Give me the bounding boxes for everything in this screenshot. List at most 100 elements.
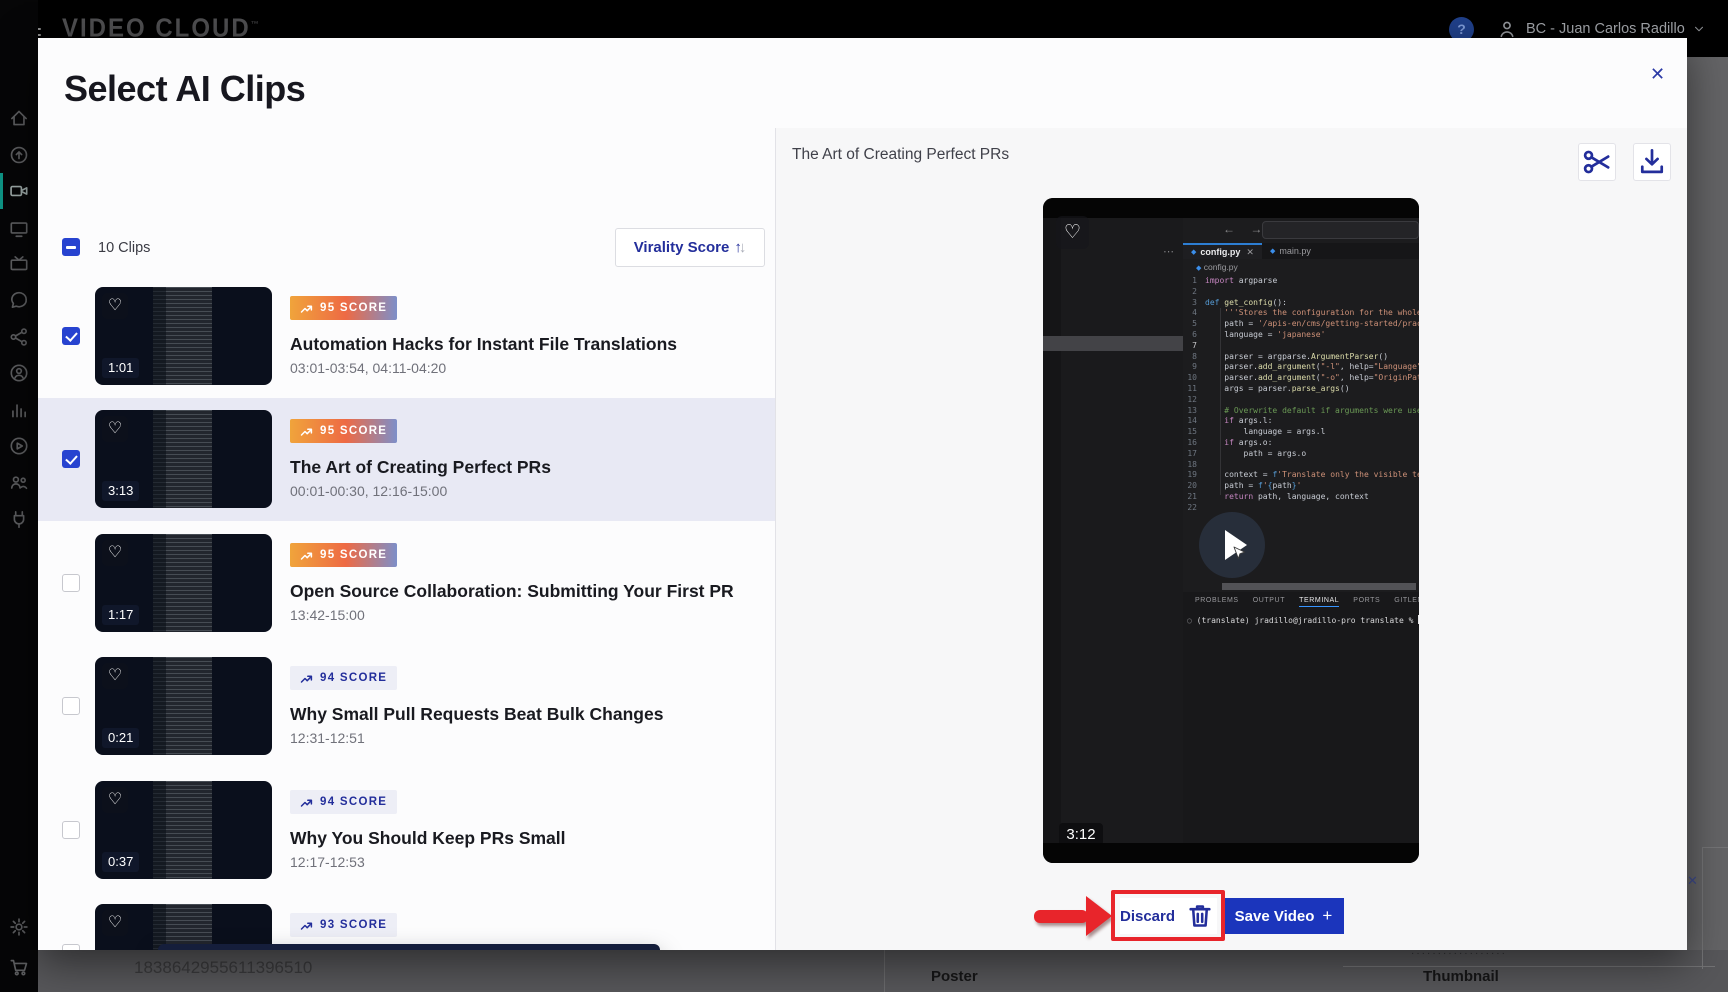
clip-thumbnail[interactable]: ♡0:37: [95, 781, 272, 879]
sidebar-item-audience[interactable]: [8, 471, 30, 493]
scissors-icon: [1579, 144, 1615, 180]
editor-tab-main.py[interactable]: ◆main.py: [1262, 243, 1319, 259]
clip-list-item[interactable]: ♡0:2194 SCOREWhy Small Pull Requests Bea…: [38, 645, 775, 768]
editor-tabs: ◆config.py✕◆main.py: [1183, 243, 1419, 259]
code-line: 7: [1183, 341, 1419, 352]
sidebar-item-video[interactable]: [8, 180, 30, 202]
background-video-id: 1838642955611396510: [134, 958, 312, 978]
sidebar-item-upload[interactable]: [8, 144, 30, 166]
code-line: 15 language = args.l: [1183, 427, 1419, 438]
clip-checkbox[interactable]: [62, 697, 80, 715]
clip-checkbox[interactable]: [62, 574, 80, 592]
clip-checkbox[interactable]: [62, 944, 80, 950]
clip-thumbnail[interactable]: ♡0:21: [95, 657, 272, 755]
favorite-button[interactable]: ♡: [1056, 216, 1089, 249]
video-editor-sidebar: [1043, 218, 1183, 843]
play-button[interactable]: [1199, 512, 1265, 578]
sidebar-item-tv[interactable]: [8, 253, 30, 275]
trend-up-icon: [300, 672, 314, 684]
user-icon: [1496, 18, 1518, 40]
annotation-arrow: [1034, 896, 1112, 936]
ellipsis-icon: ⋯: [1163, 245, 1174, 258]
clip-list-item[interactable]: ♡1:0195 SCOREAutomation Hacks for Instan…: [38, 275, 775, 398]
select-ai-clips-modal: Select AI Clips ✕ 10 Clips Virality Scor…: [38, 38, 1687, 950]
cursor-icon: [1233, 546, 1246, 561]
sidebar-item-user-circle[interactable]: [8, 362, 30, 384]
sidebar-item-plug[interactable]: [8, 508, 30, 530]
clip-checkbox[interactable]: [62, 821, 80, 839]
code-line: 2: [1183, 287, 1419, 298]
terminal-prompt: ○ (translate) jradillo@jradillo-pro tran…: [1187, 615, 1419, 625]
sidebar-item-play-circle[interactable]: [8, 435, 30, 457]
clip-time-ranges: 12:31-12:51: [290, 730, 365, 746]
thumbnail-frame: [153, 410, 211, 508]
clip-list-item[interactable]: ♡3:1395 SCOREThe Art of Creating Perfect…: [38, 398, 775, 521]
editor-breadcrumb: ◆ config.py: [1196, 262, 1238, 272]
heart-icon[interactable]: ♡: [102, 416, 128, 442]
background-box-edge-h: [1702, 847, 1728, 848]
virality-score-badge: 94 SCORE: [290, 790, 397, 814]
code-line: 11 args = parser.parse_args(): [1183, 384, 1419, 395]
sidebar-item-home[interactable]: [8, 107, 30, 129]
plus-icon: +: [1322, 906, 1332, 926]
trend-up-icon: [300, 796, 314, 808]
virality-score-sort-button[interactable]: Virality Score ↑↓: [615, 228, 765, 267]
clip-time-ranges: 12:17-12:53: [290, 854, 365, 870]
chevron-down-icon[interactable]: [1692, 22, 1706, 36]
download-clip-button[interactable]: [1633, 143, 1671, 181]
python-file-icon: ◆: [1191, 248, 1196, 256]
sidebar-item-share[interactable]: [8, 326, 30, 348]
code-line: 16 if args.o:: [1183, 438, 1419, 449]
discard-button[interactable]: Discard: [1120, 898, 1217, 934]
clip-thumbnail[interactable]: ♡1:17: [95, 534, 272, 632]
editor-tab-config.py[interactable]: ◆config.py✕: [1183, 243, 1262, 259]
code-line: 4 '''Stores the configuration for the wh…: [1183, 308, 1419, 319]
terminal-panel: PROBLEMS OUTPUT TERMINAL PORTS GITLENS ○ (tr…: [1183, 592, 1419, 843]
clip-list-item[interactable]: ♡0:4193 SCORE: [38, 892, 775, 950]
screen: VIDEO CLOUD™ ? BC - Juan Carlos Radillo …: [0, 0, 1728, 992]
code-line: 10 parser.add_argument("-o", help="Origi…: [1183, 373, 1419, 384]
save-video-button[interactable]: Save Video +: [1223, 898, 1344, 934]
clip-thumbnail[interactable]: ♡1:01: [95, 287, 272, 385]
heart-icon[interactable]: ♡: [102, 787, 128, 813]
clip-count-label: 10 Clips: [98, 240, 150, 256]
video-letterbox-top: [1043, 198, 1419, 218]
sidebar-item-analytics[interactable]: [8, 399, 30, 421]
sort-icon: ↑↓: [734, 239, 746, 256]
clip-checkbox[interactable]: [62, 450, 80, 468]
sidebar-item-gear[interactable]: [8, 916, 30, 938]
tab-close-icon[interactable]: ✕: [1246, 247, 1254, 258]
select-all-checkbox[interactable]: [62, 238, 80, 256]
heart-icon[interactable]: ♡: [102, 293, 128, 319]
video-player[interactable]: ← → ⋯ ◆config.py✕◆main.py ◆ config.py 1i…: [1043, 198, 1419, 863]
panel-tab-ports[interactable]: PORTS: [1353, 597, 1380, 607]
sidebar-item-media[interactable]: [8, 217, 30, 239]
sidebar-item-chat[interactable]: [8, 289, 30, 311]
python-file-icon: ◆: [1270, 247, 1275, 255]
panel-tab-problems[interactable]: PROBLEMS: [1195, 597, 1239, 607]
background-page: 1838642955611396510 Poster ·············…: [38, 950, 1728, 992]
sidebar-item-cart[interactable]: [8, 956, 30, 978]
user-menu[interactable]: BC - Juan Carlos Radillo: [1526, 21, 1685, 37]
panel-tab-output[interactable]: OUTPUT: [1253, 597, 1285, 607]
panel-tab-terminal[interactable]: TERMINAL: [1299, 597, 1339, 607]
clip-list-item[interactable]: ♡1:1795 SCOREOpen Source Collaboration: …: [38, 522, 775, 645]
heart-icon[interactable]: ♡: [102, 910, 128, 936]
virality-score-badge: 95 SCORE: [290, 543, 397, 567]
trim-button[interactable]: [1578, 143, 1616, 181]
thumbnail-frame: [153, 287, 211, 385]
heart-icon[interactable]: ♡: [102, 663, 128, 689]
heart-icon[interactable]: ♡: [102, 540, 128, 566]
modal-title: Select AI Clips: [64, 68, 305, 110]
clip-time-ranges: 03:01-03:54, 04:11-04:20: [290, 360, 446, 376]
panel-tab-gitlens[interactable]: GITLENS: [1394, 597, 1419, 607]
clip-checkbox[interactable]: [62, 327, 80, 345]
virality-score-badge: 95 SCORE: [290, 419, 397, 443]
clip-list-item[interactable]: ♡0:3794 SCOREWhy You Should Keep PRs Sma…: [38, 769, 775, 892]
editor-scrollbar: [1222, 583, 1416, 590]
trend-up-icon: [300, 302, 314, 314]
thumbnail-frame: [153, 534, 211, 632]
modal-close-icon[interactable]: ✕: [1650, 64, 1665, 85]
clip-thumbnail[interactable]: ♡3:13: [95, 410, 272, 508]
code-line: 12: [1183, 395, 1419, 406]
